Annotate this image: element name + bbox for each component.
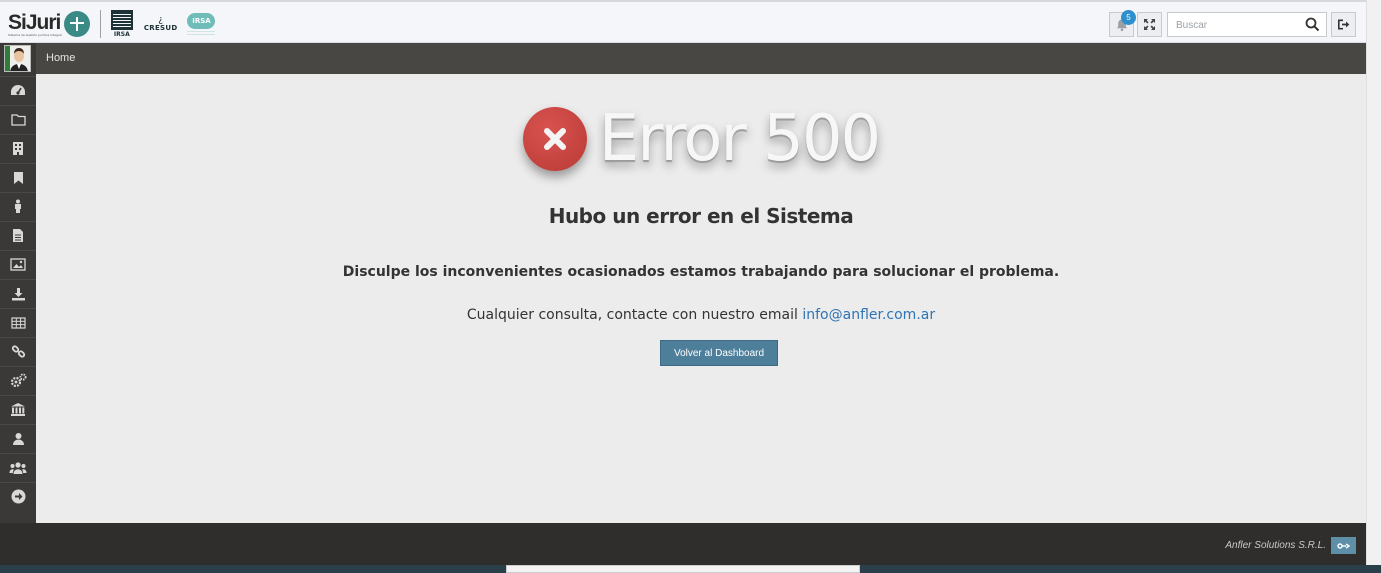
image-icon: [10, 258, 26, 271]
irsa-emblem-icon: [110, 10, 133, 30]
sign-out-icon: [1338, 19, 1350, 30]
brand-name: SiJuri: [8, 10, 61, 34]
notification-badge: 5: [1121, 10, 1136, 25]
error-header: Error 500: [36, 104, 1366, 174]
cresud-label: CRESUD: [143, 24, 178, 32]
sidebar-item-settings[interactable]: [0, 366, 36, 394]
breadcrumb: Home: [36, 43, 1366, 74]
irsa-label: IRSA: [113, 31, 130, 38]
brand-subtitle: Sistema de Gestión Jurídica Integral: [8, 32, 62, 37]
expand-icon: [1144, 19, 1155, 30]
scrollbar[interactable]: [1366, 0, 1381, 573]
logo-area: SiJuri Sistema de Gestión Jurídica Integ…: [8, 6, 216, 42]
contact-email-link[interactable]: info@anfler.com.ar: [802, 307, 935, 323]
sidebar-item-expand[interactable]: [0, 482, 36, 510]
irsa-commercial-sub: [187, 31, 216, 35]
sidebar-footer: [0, 523, 36, 565]
error-description: Disculpe los inconvenientes ocasionados …: [342, 264, 1060, 280]
sidebar-item-companies[interactable]: [0, 134, 36, 162]
taskbar-tab[interactable]: [506, 565, 860, 573]
search-box: [1167, 12, 1327, 37]
irsa-commercial-label: IRSA: [187, 13, 216, 29]
arrow-right-circle-icon: [11, 489, 25, 504]
folder-icon: [10, 114, 26, 126]
footer-link-button[interactable]: [1331, 537, 1356, 554]
sidebar-item-downloads[interactable]: [0, 279, 36, 307]
users-icon: [9, 461, 27, 474]
close-icon: [543, 128, 566, 150]
logo-divider: [99, 10, 101, 38]
top-header: SiJuri Sistema de Gestión Jurídica Integ…: [0, 0, 1366, 43]
footer: Anfler Solutions S.R.L.: [36, 523, 1366, 565]
dashboard-icon: [11, 84, 25, 95]
search-button[interactable]: [1305, 17, 1320, 36]
search-icon: [1305, 17, 1320, 32]
logout-button[interactable]: [1331, 12, 1356, 37]
sijuri-logo[interactable]: SiJuri Sistema de Gestión Jurídica Integ…: [8, 12, 62, 37]
sidebar-item-tables[interactable]: [0, 308, 36, 336]
sidebar-item-documents[interactable]: [0, 221, 36, 249]
sidebar-item-courts[interactable]: [0, 395, 36, 423]
back-to-dashboard-button[interactable]: Volver al Dashboard: [660, 340, 778, 366]
link-icon: [11, 345, 25, 358]
avatar[interactable]: [4, 45, 31, 72]
sidebar: [0, 43, 36, 523]
document-icon: [13, 229, 23, 242]
sidebar-item-bookmarks[interactable]: [0, 163, 36, 191]
cresud-mark-icon: ¿: [158, 15, 164, 25]
user-avatar-icon: [5, 46, 30, 71]
contact-line: Cualquier consulta, contacte con nuestro…: [36, 307, 1366, 323]
scales-emblem-icon: [63, 11, 90, 37]
download-icon: [11, 287, 25, 300]
irsa-commercial-logo: IRSA: [187, 13, 216, 35]
link-icon: [1336, 542, 1350, 549]
cresud-logo: ¿ CRESUD: [143, 15, 178, 33]
error-subtitle: Hubo un error en el Sistema: [548, 204, 854, 228]
gears-icon: [10, 373, 26, 388]
person-icon: [15, 199, 21, 213]
sidebar-item-images[interactable]: [0, 250, 36, 278]
sidebar-item-persons[interactable]: [0, 192, 36, 220]
bank-icon: [11, 403, 25, 416]
sidebar-item-files[interactable]: [0, 105, 36, 133]
error-circle-icon: [522, 107, 587, 171]
search-input[interactable]: [1168, 14, 1298, 37]
main-content: Error 500 Hubo un error en el Sistema Di…: [36, 74, 1366, 523]
app-window: SiJuri Sistema de Gestión Jurídica Integ…: [0, 0, 1381, 573]
error-title: Error 500: [598, 102, 881, 176]
contact-text: Cualquier consulta, contacte con nuestro…: [466, 307, 798, 323]
building-icon: [13, 142, 23, 155]
fullscreen-button[interactable]: [1137, 12, 1162, 37]
breadcrumb-home[interactable]: Home: [46, 52, 75, 64]
sidebar-item-links[interactable]: [0, 337, 36, 365]
sidebar-item-dashboard[interactable]: [0, 76, 36, 104]
footer-company: Anfler Solutions S.R.L.: [1225, 540, 1326, 551]
user-icon: [12, 432, 24, 445]
sidebar-item-user[interactable]: [0, 424, 36, 452]
irsa-logo: IRSA: [110, 10, 133, 38]
bookmark-icon: [13, 171, 23, 184]
sidebar-item-users[interactable]: [0, 453, 36, 481]
table-icon: [10, 316, 26, 329]
